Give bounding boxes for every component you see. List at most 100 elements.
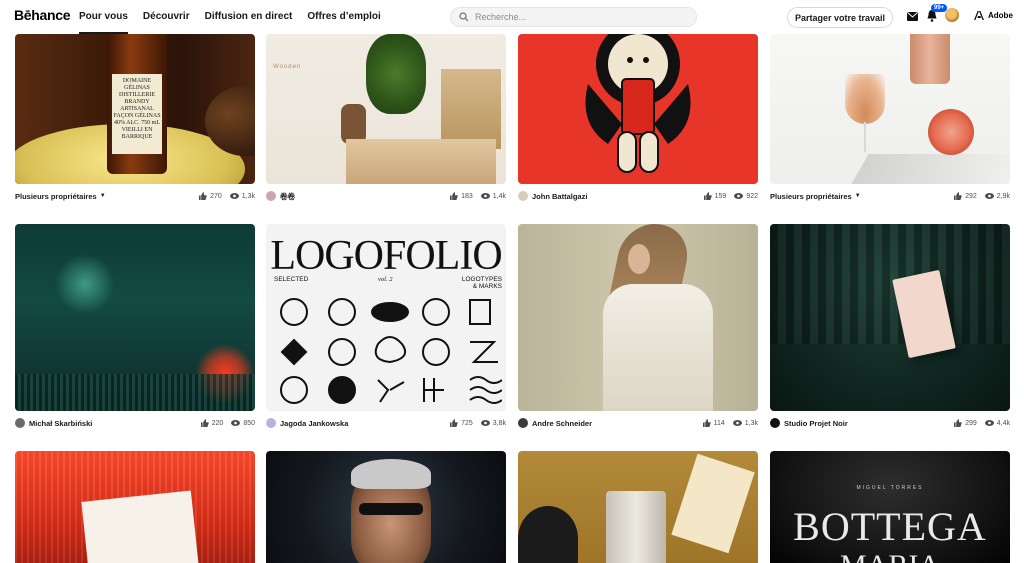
views-count: 4,4k <box>996 419 1010 427</box>
owner-name: Plusieurs propriétaires <box>770 191 852 201</box>
owner-name: Plusieurs propriétaires <box>15 191 97 201</box>
eye-icon <box>480 420 490 426</box>
project-card[interactable]: MIGUEL TORRES BOTTEGA MARIA <box>770 451 1010 563</box>
project-card[interactable] <box>15 451 255 563</box>
logofolio-volume: vol. 2 <box>378 276 393 283</box>
chevron-down-icon: ▼ <box>99 193 106 199</box>
likes-count: 292 <box>965 192 977 200</box>
project-card[interactable]: Plusieurs propriétaires ▼ 292 2,9k <box>770 34 1010 201</box>
project-card[interactable]: Andre Schneider 114 1,3k <box>518 224 758 428</box>
eye-icon <box>732 420 742 426</box>
owner-avatar <box>266 191 276 201</box>
project-stats: 725 3,8k <box>450 419 506 427</box>
bottle-label: DOMAINE GÉLINAS DISTILLERIE BRANDY ARTIS… <box>112 74 162 154</box>
views-count: 1,3k <box>744 419 758 427</box>
bottega-word-2: MARIA <box>770 549 1010 563</box>
project-meta: 卷卷 183 1,4k <box>266 189 506 203</box>
owner-name: Jagoda Jankowska <box>280 418 349 428</box>
project-card[interactable]: John Battalgazi 159 922 <box>518 34 758 201</box>
mail-icon[interactable] <box>907 12 918 21</box>
project-thumbnail[interactable] <box>518 224 758 411</box>
owner-name: Michał Skarbiński <box>29 418 93 428</box>
project-stats: 159 922 <box>703 192 758 200</box>
likes-count: 270 <box>210 192 222 200</box>
likes-count: 114 <box>713 419 725 427</box>
thumbs-up-icon <box>954 419 962 427</box>
project-thumbnail[interactable]: DOMAINE GÉLINAS DISTILLERIE BRANDY ARTIS… <box>15 34 255 184</box>
thumbs-up-icon <box>200 419 209 427</box>
owner-name: John Battalgazi <box>532 191 588 201</box>
likes-count: 159 <box>714 192 727 200</box>
owner-link[interactable]: Michał Skarbiński <box>15 418 92 428</box>
nav-jobs[interactable]: Offres d’emploi <box>307 0 380 34</box>
project-thumbnail[interactable] <box>770 224 1010 411</box>
project-meta: Jagoda Jankowska 725 3,8k <box>266 416 506 430</box>
behance-logo[interactable]: Bēhance <box>14 7 71 23</box>
owner-avatar <box>15 418 25 428</box>
search-icon <box>459 12 469 22</box>
project-thumbnail[interactable]: Wooden <box>266 34 506 184</box>
project-card[interactable]: LOGOFOLIO SELECTED vol. 2 LOGOTYPES & MA… <box>266 224 506 428</box>
owner-avatar <box>518 418 528 428</box>
likes-count: 725 <box>461 419 473 427</box>
owner-dropdown[interactable]: Plusieurs propriétaires ▼ <box>770 192 861 201</box>
logofolio-title: LOGOFOLIO <box>270 233 502 279</box>
nav-for-you[interactable]: Pour vous <box>79 0 128 34</box>
project-card[interactable]: DOMAINE GÉLINAS DISTILLERIE BRANDY ARTIS… <box>15 34 255 201</box>
project-card[interactable]: Michał Skarbiński 220 850 <box>15 224 255 428</box>
bottega-brand: MIGUEL TORRES <box>856 485 924 491</box>
project-thumbnail[interactable] <box>266 451 506 563</box>
user-avatar[interactable] <box>945 8 959 22</box>
wooden-sign: Wooden <box>273 64 302 70</box>
share-work-button[interactable]: Partager votre travail <box>787 7 893 28</box>
thumbs-up-icon <box>450 419 458 427</box>
adobe-label: Adobe <box>988 11 1013 20</box>
project-thumbnail[interactable]: LOGOFOLIO SELECTED vol. 2 LOGOTYPES & MA… <box>266 224 506 411</box>
thumbs-up-icon <box>199 192 207 200</box>
search-bar[interactable] <box>450 7 697 27</box>
eye-icon <box>984 420 994 426</box>
eye-icon <box>984 193 994 199</box>
adobe-menu[interactable]: Adobe <box>974 11 1013 20</box>
likes-count: 220 <box>211 419 224 427</box>
views-count: 1,4k <box>492 192 506 200</box>
project-stats: 183 1,4k <box>450 192 506 200</box>
nav-discover[interactable]: Découvrir <box>143 0 190 34</box>
likes-count: 183 <box>461 192 473 200</box>
views-count: 2,9k <box>996 192 1010 200</box>
owner-link[interactable]: Studio Projet Noir <box>770 418 848 428</box>
eye-icon <box>480 193 490 199</box>
owner-avatar <box>518 191 528 201</box>
project-meta: Michał Skarbiński 220 850 <box>15 416 255 430</box>
project-thumbnail[interactable] <box>770 34 1010 184</box>
thumbs-up-icon <box>954 192 962 200</box>
project-card[interactable]: Wooden 卷卷 183 1,4k <box>266 34 506 201</box>
project-thumbnail[interactable] <box>15 451 255 563</box>
thumbs-up-icon <box>702 419 711 427</box>
owner-link[interactable]: Andre Schneider <box>518 418 592 428</box>
project-card[interactable]: Studio Projet Noir 299 4,4k <box>770 224 1010 428</box>
owner-dropdown[interactable]: Plusieurs propriétaires ▼ <box>15 192 106 201</box>
owner-link[interactable]: 卷卷 <box>266 191 295 202</box>
owner-link[interactable]: Jagoda Jankowska <box>266 418 348 428</box>
adobe-logo-icon <box>974 11 984 20</box>
project-thumbnail[interactable] <box>518 451 758 563</box>
project-stats: 114 1,3k <box>702 419 758 427</box>
logofolio-subtitle: LOGOTYPES & MARKS <box>461 276 502 290</box>
views-count: 1,3k <box>241 192 255 200</box>
project-stats: 299 4,4k <box>954 419 1010 427</box>
owner-link[interactable]: John Battalgazi <box>518 191 587 201</box>
search-input[interactable] <box>475 12 675 22</box>
owner-avatar <box>266 418 276 428</box>
project-thumbnail[interactable]: MIGUEL TORRES BOTTEGA MARIA <box>770 451 1010 563</box>
thumbs-up-icon <box>450 192 458 200</box>
project-card[interactable] <box>266 451 506 563</box>
owner-name: 卷卷 <box>280 191 295 201</box>
project-thumbnail[interactable] <box>15 224 255 411</box>
nav-livestream[interactable]: Diffusion en direct <box>205 0 293 34</box>
project-thumbnail[interactable] <box>518 34 758 184</box>
chevron-down-icon: ▼ <box>854 193 861 199</box>
eye-icon <box>734 193 744 199</box>
project-stats: 292 2,9k <box>954 192 1010 200</box>
project-card[interactable] <box>518 451 758 563</box>
